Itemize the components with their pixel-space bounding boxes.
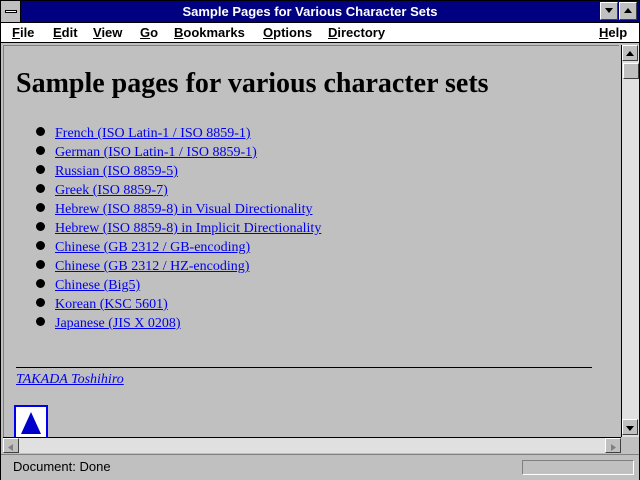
menu-bar: File Edit View Go Bookmarks Options Dire… bbox=[1, 23, 639, 43]
system-menu-button[interactable] bbox=[1, 1, 21, 22]
arrow-up-icon bbox=[626, 51, 634, 56]
link-german[interactable]: German (ISO Latin-1 / ISO 8859-1) bbox=[55, 145, 257, 160]
minimize-icon bbox=[605, 8, 613, 13]
home-icon-link[interactable] bbox=[14, 405, 48, 437]
list-item: Chinese (Big5) bbox=[36, 276, 321, 295]
link-greek[interactable]: Greek (ISO 8859-7) bbox=[55, 183, 168, 198]
link-chinese-big5[interactable]: Chinese (Big5) bbox=[55, 278, 140, 293]
link-chinese-gb[interactable]: Chinese (GB 2312 / GB-encoding) bbox=[55, 240, 250, 255]
list-item: Greek (ISO 8859-7) bbox=[36, 181, 321, 200]
menu-view[interactable]: View bbox=[93, 24, 122, 41]
bullet-icon bbox=[36, 203, 45, 213]
scroll-thumb[interactable] bbox=[623, 63, 639, 79]
scroll-right-button[interactable] bbox=[605, 438, 621, 453]
list-item: French (ISO Latin-1 / ISO 8859-1) bbox=[36, 124, 321, 143]
status-text: Document: Done bbox=[13, 459, 111, 474]
up-arrow-icon bbox=[21, 412, 41, 434]
link-hebrew-visual[interactable]: Hebrew (ISO 8859-8) in Visual Directiona… bbox=[55, 202, 312, 217]
list-item: German (ISO Latin-1 / ISO 8859-1) bbox=[36, 143, 321, 162]
menu-bookmarks[interactable]: Bookmarks bbox=[174, 24, 245, 41]
bullet-icon bbox=[36, 298, 45, 308]
menu-directory[interactable]: Directory bbox=[328, 24, 385, 41]
list-item: Russian (ISO 8859-5) bbox=[36, 162, 321, 181]
link-russian[interactable]: Russian (ISO 8859-5) bbox=[55, 164, 178, 179]
scroll-left-button[interactable] bbox=[3, 438, 19, 453]
bullet-icon bbox=[36, 127, 45, 137]
bullet-icon bbox=[36, 241, 45, 251]
menu-edit[interactable]: Edit bbox=[53, 24, 78, 41]
list-item: Japanese (JIS X 0208) bbox=[36, 314, 321, 333]
menu-help[interactable]: Help bbox=[599, 24, 627, 41]
title-bar[interactable]: Sample Pages for Various Character Sets bbox=[1, 1, 639, 23]
link-chinese-hz[interactable]: Chinese (GB 2312 / HZ-encoding) bbox=[55, 259, 249, 274]
scroll-down-button[interactable] bbox=[622, 419, 638, 435]
menu-file[interactable]: File bbox=[12, 24, 34, 41]
list-item: Chinese (GB 2312 / HZ-encoding) bbox=[36, 257, 321, 276]
page-heading: Sample pages for various character sets bbox=[16, 68, 489, 99]
scroll-up-button[interactable] bbox=[622, 45, 638, 61]
browser-window: Sample Pages for Various Character Sets … bbox=[0, 0, 640, 480]
charset-link-list: French (ISO Latin-1 / ISO 8859-1) German… bbox=[36, 124, 321, 333]
system-menu-icon bbox=[5, 10, 17, 13]
bullet-icon bbox=[36, 260, 45, 270]
list-item: Hebrew (ISO 8859-8) in Visual Directiona… bbox=[36, 200, 321, 219]
window-title: Sample Pages for Various Character Sets bbox=[182, 4, 438, 19]
horizontal-scrollbar[interactable] bbox=[3, 437, 621, 453]
list-item: Chinese (GB 2312 / GB-encoding) bbox=[36, 238, 321, 257]
list-item: Hebrew (ISO 8859-8) in Implicit Directio… bbox=[36, 219, 321, 238]
list-item: Korean (KSC 5601) bbox=[36, 295, 321, 314]
arrow-down-icon bbox=[626, 426, 634, 431]
link-hebrew-implicit[interactable]: Hebrew (ISO 8859-8) in Implicit Directio… bbox=[55, 221, 321, 236]
link-japanese[interactable]: Japanese (JIS X 0208) bbox=[55, 316, 181, 331]
scrollbar-corner bbox=[621, 437, 639, 453]
status-bar: Document: Done bbox=[1, 454, 639, 480]
page-content: Sample pages for various character sets … bbox=[3, 45, 619, 437]
horizontal-rule bbox=[16, 367, 592, 368]
menu-options[interactable]: Options bbox=[263, 24, 312, 41]
link-french[interactable]: French (ISO Latin-1 / ISO 8859-1) bbox=[55, 126, 251, 141]
minimize-button[interactable] bbox=[600, 2, 618, 20]
menu-go[interactable]: Go bbox=[140, 24, 158, 41]
vertical-scrollbar[interactable] bbox=[621, 45, 639, 437]
bullet-icon bbox=[36, 222, 45, 232]
arrow-left-icon bbox=[8, 444, 13, 451]
bullet-icon bbox=[36, 146, 45, 156]
link-korean[interactable]: Korean (KSC 5601) bbox=[55, 297, 168, 312]
progress-indicator bbox=[522, 460, 634, 475]
maximize-icon bbox=[624, 8, 632, 13]
author-link[interactable]: TAKADA Toshihiro bbox=[16, 372, 124, 388]
bullet-icon bbox=[36, 184, 45, 194]
bullet-icon bbox=[36, 165, 45, 175]
arrow-right-icon bbox=[611, 444, 616, 451]
maximize-button[interactable] bbox=[619, 2, 637, 20]
bullet-icon bbox=[36, 317, 45, 327]
bullet-icon bbox=[36, 279, 45, 289]
